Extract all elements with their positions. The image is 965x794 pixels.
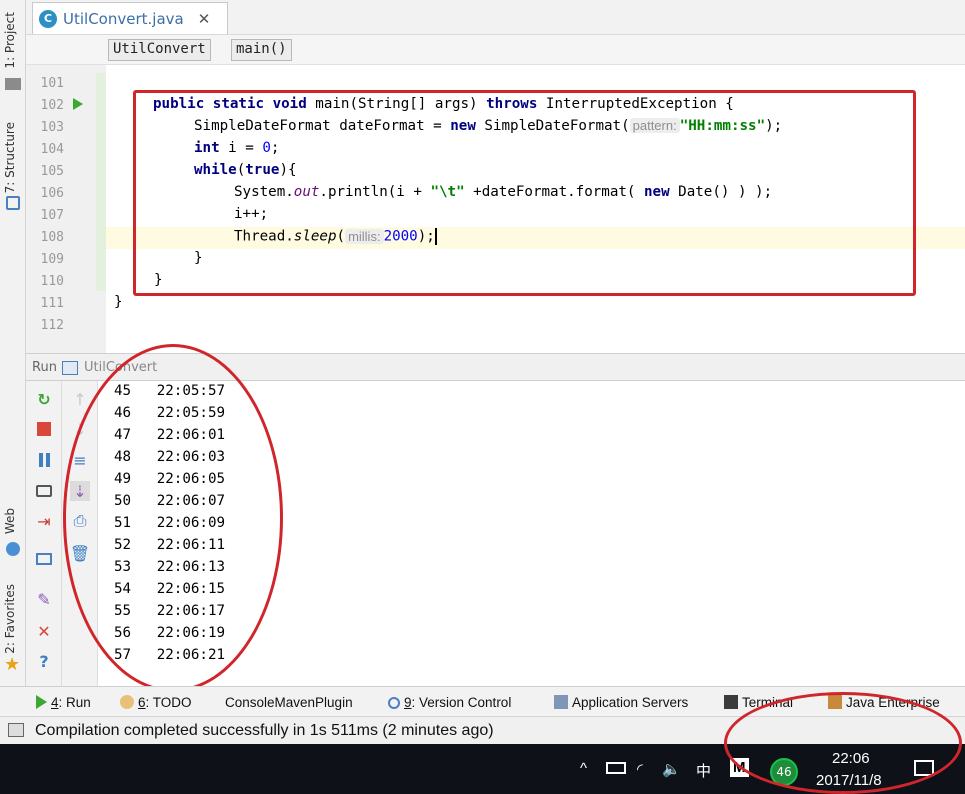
line-number: 108 bbox=[40, 230, 64, 245]
help-icon[interactable]: ? bbox=[34, 651, 54, 671]
line-number: 109 bbox=[40, 252, 64, 267]
code-line-111: } bbox=[114, 294, 123, 310]
run-config-icon bbox=[62, 361, 78, 375]
breadcrumb-method[interactable]: main() bbox=[231, 39, 292, 61]
project-tab-label: 1: Project bbox=[3, 12, 17, 69]
up-arrow-icon[interactable]: ↑ bbox=[70, 389, 90, 409]
left-tool-strip: 1: Project 7: Structure Web 2: Favorites… bbox=[0, 0, 26, 686]
editor-gutter: 101 102 103 104 105 106 107 108 109 110 … bbox=[26, 65, 106, 353]
close-tab-icon[interactable]: ✕ bbox=[198, 10, 211, 28]
exit-icon[interactable]: ⇥ bbox=[34, 511, 54, 531]
annotation-oval-clock bbox=[724, 692, 962, 794]
web-tool-tab[interactable]: Web bbox=[3, 508, 17, 534]
run-panel-label: Run bbox=[32, 360, 57, 375]
battery-icon[interactable] bbox=[606, 762, 626, 774]
tab-application-servers[interactable]: Application Servers bbox=[554, 695, 688, 710]
stop-icon[interactable] bbox=[34, 419, 54, 439]
line-number: 102 bbox=[40, 98, 64, 113]
line-number: 112 bbox=[40, 318, 64, 333]
annotation-rectangle bbox=[133, 90, 916, 296]
structure-icon bbox=[6, 196, 20, 210]
line-number: 107 bbox=[40, 208, 64, 223]
fold-region-bar bbox=[96, 73, 106, 291]
editor-tab-bar: C UtilConvert.java ✕ bbox=[26, 0, 965, 35]
web-tab-label: Web bbox=[3, 508, 17, 535]
breadcrumb-class[interactable]: UtilConvert bbox=[108, 39, 211, 61]
favorites-tab-label: 2: Favorites bbox=[3, 584, 17, 654]
pause-icon[interactable] bbox=[34, 450, 54, 470]
web-icon bbox=[6, 542, 20, 556]
layout-icon[interactable] bbox=[34, 549, 54, 569]
favorites-star-icon: ★ bbox=[4, 654, 21, 675]
run-toolbar-primary: ↻ ⇥ ✎ ✕ ? bbox=[26, 381, 62, 686]
project-tool-tab[interactable]: 1: Project bbox=[3, 12, 17, 69]
line-number: 101 bbox=[40, 76, 64, 91]
tab-run[interactable]: 4: Run bbox=[36, 695, 91, 710]
ime-indicator[interactable]: 中 bbox=[696, 760, 711, 781]
status-window-icon[interactable] bbox=[8, 723, 24, 737]
breadcrumb: UtilConvert main() bbox=[26, 35, 965, 65]
volume-icon[interactable]: 🔈 bbox=[662, 760, 681, 778]
editor-tab-utilconvert[interactable]: C UtilConvert.java ✕ bbox=[32, 2, 228, 34]
rerun-icon[interactable]: ↻ bbox=[34, 389, 54, 409]
close-icon[interactable]: ✕ bbox=[34, 621, 54, 641]
line-number: 105 bbox=[40, 164, 64, 179]
annotation-oval bbox=[63, 344, 283, 692]
line-number: 106 bbox=[40, 186, 64, 201]
wifi-icon[interactable]: ◜ bbox=[637, 760, 643, 778]
server-icon bbox=[554, 695, 568, 709]
structure-tab-label: 7: Structure bbox=[3, 122, 17, 194]
camera-icon[interactable] bbox=[34, 481, 54, 501]
tray-chevron-icon[interactable]: ^ bbox=[580, 760, 587, 777]
tab-version-control[interactable]: 9: Version Control bbox=[388, 695, 511, 710]
java-class-icon: C bbox=[39, 9, 57, 28]
vcs-branch-icon bbox=[388, 697, 400, 709]
todo-icon bbox=[120, 695, 134, 709]
line-number: 110 bbox=[40, 274, 64, 289]
line-number: 111 bbox=[40, 296, 64, 311]
structure-tool-tab[interactable]: 7: Structure bbox=[3, 122, 17, 193]
line-number: 104 bbox=[40, 142, 64, 157]
favorites-tool-tab[interactable]: 2: Favorites bbox=[3, 584, 17, 654]
status-message: Compilation completed successfully in 1s… bbox=[35, 722, 494, 739]
tab-todo[interactable]: 6: TODO bbox=[120, 695, 192, 710]
editor-tab-label: UtilConvert.java bbox=[63, 9, 184, 28]
line-number: 103 bbox=[40, 120, 64, 135]
tab-console-maven-plugin[interactable]: ConsoleMavenPlugin bbox=[225, 695, 353, 710]
pin-icon[interactable]: ✎ bbox=[34, 589, 54, 609]
terminal-icon bbox=[724, 695, 738, 709]
project-folder-icon bbox=[5, 78, 21, 90]
run-gutter-icon[interactable] bbox=[73, 98, 83, 110]
run-triangle-icon bbox=[36, 695, 47, 709]
